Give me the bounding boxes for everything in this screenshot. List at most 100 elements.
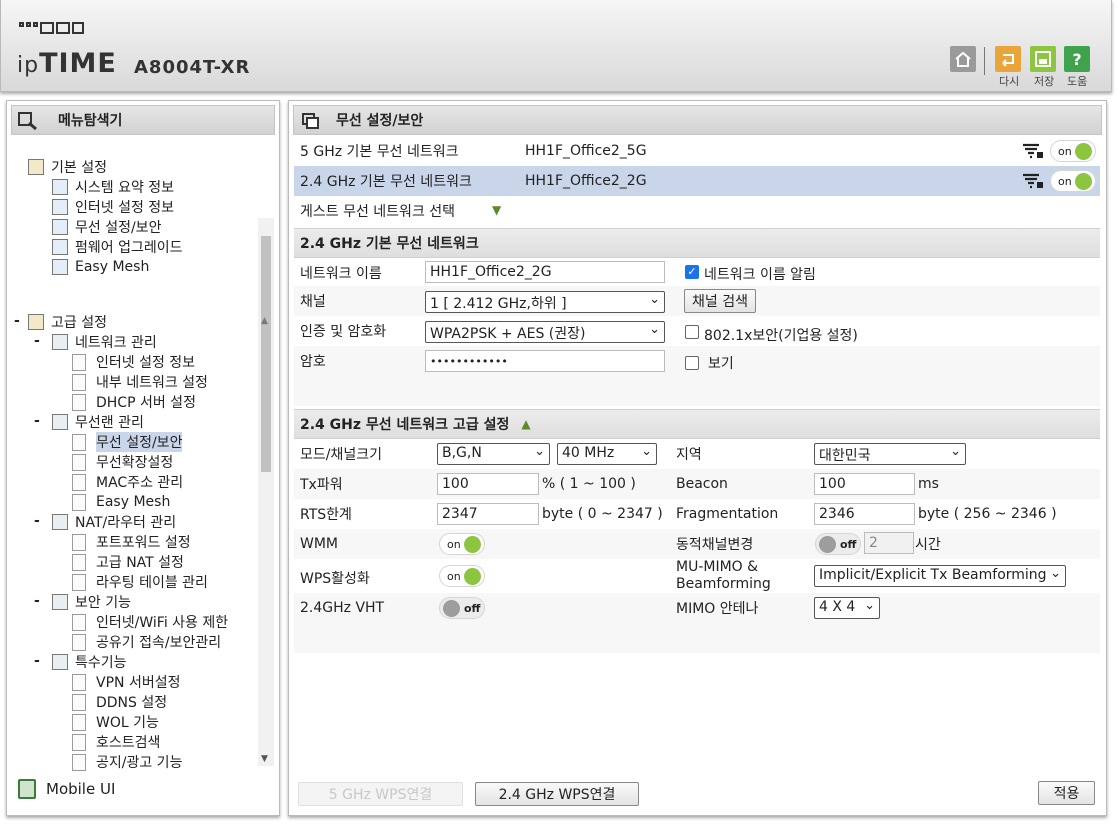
tree-item-easymesh[interactable]: Easy Mesh	[52, 257, 149, 277]
wifi-icon	[52, 219, 68, 235]
network-24g-toggle[interactable]: on	[1050, 170, 1096, 192]
chevron-down-icon: ⌄	[950, 444, 961, 459]
tree-item-internet-info[interactable]: 인터넷 설정 정보	[52, 197, 174, 217]
beacon-input[interactable]: 100	[814, 473, 915, 495]
tree-item[interactable]: 공유기 접속/보안관리	[72, 632, 221, 652]
save-button[interactable]	[1030, 46, 1056, 72]
tree-item[interactable]: Easy Mesh	[72, 492, 170, 512]
monitor-icon	[52, 199, 68, 215]
collapse-nat[interactable]: -	[34, 513, 40, 529]
channel-select[interactable]: 1 [ 2.412 GHz,하위 ] ⌄	[425, 291, 665, 313]
tree-item[interactable]: 공지/광고 기능	[72, 752, 182, 772]
dynamic-channel-hours-input[interactable]: 2	[864, 532, 914, 554]
tree-basic-settings[interactable]: 기본 설정	[28, 157, 107, 177]
tree-item-wireless-security[interactable]: 무선 설정/보안	[52, 217, 161, 237]
mobile-icon	[18, 779, 36, 799]
tree-item[interactable]: 내부 네트워크 설정	[72, 372, 208, 392]
mobile-ui-link[interactable]: Mobile UI	[18, 779, 115, 799]
page-icon	[72, 533, 86, 551]
page-icon	[72, 693, 86, 711]
tree-advanced-settings[interactable]: 고급 설정	[28, 312, 107, 332]
tree-group-network[interactable]: 네트워크 관리	[52, 332, 157, 352]
network-24g-row[interactable]: 2.4 GHz 기본 무선 네트워크 HH1F_Office2_2G	[294, 166, 1100, 196]
rts-input[interactable]: 2347	[437, 503, 539, 525]
retry-label: 다시	[999, 75, 1020, 88]
advanced-section-title[interactable]: 2.4 GHz 무선 네트워크 고급 설정 ▲	[294, 409, 1100, 439]
home-icon	[955, 51, 971, 67]
mesh-icon	[52, 259, 68, 275]
mode-select[interactable]: B,G,N ⌄	[437, 443, 550, 465]
menu-explorer-title: 메뉴탐색기	[11, 105, 275, 135]
dot1x-checkbox[interactable]	[685, 325, 699, 339]
tree-item[interactable]: DDNS 설정	[72, 692, 167, 712]
tree-group-nat[interactable]: NAT/라우터 관리	[52, 512, 176, 532]
fragmentation-input[interactable]: 2346	[814, 503, 915, 525]
tree-item[interactable]: 인터넷/WiFi 사용 제한	[72, 612, 228, 632]
tx-power-input[interactable]: 100	[437, 473, 539, 495]
guest-network-row[interactable]: 게스트 무선 네트워크 선택 ▼	[294, 196, 1100, 226]
wps-5g-button[interactable]: 5 GHz WPS연결	[298, 782, 463, 806]
page-icon	[72, 633, 86, 651]
collapse-network[interactable]: -	[34, 333, 40, 349]
network-name-input[interactable]: HH1F_Office2_2G	[425, 261, 665, 283]
windows-icon	[302, 113, 319, 129]
mumimo-select[interactable]: Implicit/Explicit Tx Beamforming ⌄	[814, 565, 1066, 587]
scroll-up-arrow[interactable]: ▲	[261, 316, 268, 326]
page-icon	[72, 493, 86, 511]
broadcast-checkbox[interactable]: ✓	[685, 265, 699, 279]
model-name: A8004T-XR	[134, 57, 251, 78]
page-icon	[72, 573, 86, 591]
magnifier-icon	[18, 112, 37, 130]
tree-item[interactable]: VPN 서버설정	[72, 672, 180, 692]
collapse-wireless[interactable]: -	[34, 413, 40, 429]
wps-toggle[interactable]: on	[439, 565, 485, 587]
collapse-advanced[interactable]: -	[14, 313, 20, 329]
dynamic-channel-toggle[interactable]: off	[815, 533, 861, 555]
scroll-down-arrow[interactable]: ▼	[261, 754, 268, 764]
channel-width-select[interactable]: 40 MHz ⌄	[557, 443, 657, 465]
chevron-down-icon: ⌄	[1050, 566, 1061, 581]
help-label: 도움	[1067, 75, 1088, 88]
mimo-antenna-select[interactable]: 4 X 4 ⌄	[814, 597, 880, 619]
tree-item-firmware[interactable]: 펌웨어 업그레이드	[52, 237, 183, 257]
page-icon	[72, 713, 86, 731]
collapse-security[interactable]: -	[34, 593, 40, 609]
tree-item[interactable]: WOL 기능	[72, 712, 159, 732]
tree-item[interactable]: 라우팅 테이블 관리	[72, 572, 208, 592]
tree-item-system-summary[interactable]: 시스템 요약 정보	[52, 177, 174, 197]
tree-item[interactable]: 인터넷 설정 정보	[72, 352, 195, 372]
tree-group-security[interactable]: 보안 기능	[52, 592, 131, 612]
wifi-icon	[52, 414, 68, 430]
tree-item-selected[interactable]: 무선 설정/보안	[72, 432, 183, 452]
tree-group-wireless[interactable]: 무선랜 관리	[52, 412, 144, 432]
scrollbar-thumb[interactable]	[261, 236, 271, 472]
tree-item[interactable]: MAC주소 관리	[72, 472, 183, 492]
help-button[interactable]: ?	[1064, 46, 1090, 72]
vht-toggle[interactable]: off	[439, 597, 485, 619]
apply-button[interactable]: 적용	[1038, 781, 1095, 805]
show-password-checkbox[interactable]	[685, 356, 699, 370]
tree-item[interactable]: 포트포워드 설정	[72, 532, 191, 552]
network-5g-row[interactable]: 5 GHz 기본 무선 네트워크 HH1F_Office2_5G	[294, 136, 1100, 166]
password-input[interactable]: ••••••••••••	[425, 350, 665, 372]
home-button[interactable]	[950, 46, 976, 72]
auth-select[interactable]: WPA2PSK + AES (권장) ⌄	[425, 321, 665, 343]
collapse-special[interactable]: -	[34, 653, 40, 669]
network-5g-toggle[interactable]: on	[1050, 140, 1096, 162]
retry-button[interactable]	[995, 46, 1021, 72]
tree-item[interactable]: 고급 NAT 설정	[72, 552, 184, 572]
tree-item[interactable]: 호스트검색	[72, 732, 160, 752]
wifi-lock-icon	[1023, 173, 1043, 189]
undo-icon	[1002, 54, 1014, 67]
tree-item[interactable]: DHCP 서버 설정	[72, 392, 196, 412]
help-icon: ?	[1072, 49, 1082, 69]
chart-icon	[52, 179, 68, 195]
tree-item[interactable]: 무선확장설정	[72, 452, 173, 472]
wps-24g-button[interactable]: 2.4 GHz WPS연결	[475, 782, 639, 806]
chevron-down-icon: ⌄	[649, 292, 660, 307]
tree-group-special[interactable]: 특수기능	[52, 652, 127, 672]
channel-scan-button[interactable]: 채널 검색	[684, 289, 756, 313]
wmm-toggle[interactable]: on	[439, 533, 485, 555]
expand-arrow-icon: ▼	[492, 203, 502, 217]
region-select[interactable]: 대한민국 ⌄	[814, 443, 966, 465]
